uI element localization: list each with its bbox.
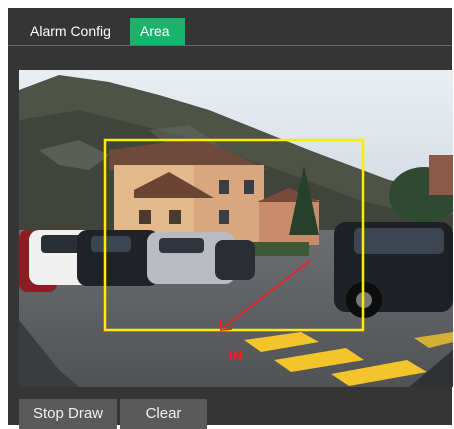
video-preview[interactable]: IN [19,70,453,387]
direction-label: IN [229,348,243,363]
tab-bar: Alarm Config Area [8,8,452,46]
alarm-area-panel: Alarm Config Area IN Stop Draw Clear [8,8,453,429]
tab-area[interactable]: Area [130,18,185,45]
tab-alarm-config[interactable]: Alarm Config [20,18,130,45]
camera-scene [19,70,453,387]
